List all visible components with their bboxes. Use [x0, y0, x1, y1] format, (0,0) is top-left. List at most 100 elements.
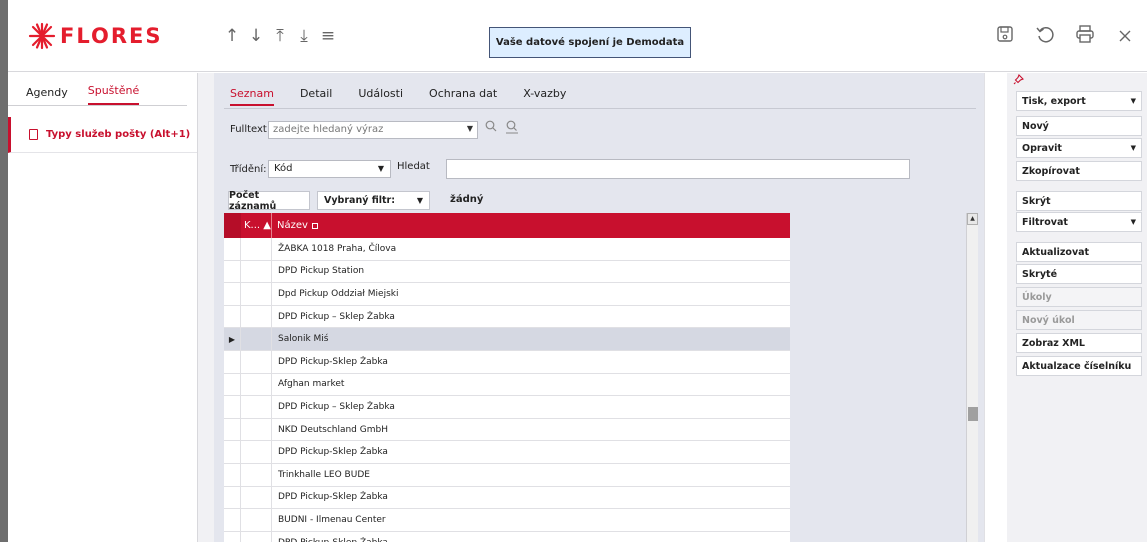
action-button-0[interactable]: Tisk, export ▼ — [1016, 91, 1142, 111]
sort-select[interactable]: Kód ▼ — [268, 160, 391, 178]
row-selector[interactable] — [224, 509, 241, 531]
hledat-input[interactable] — [446, 159, 910, 179]
cell-kod — [241, 238, 272, 260]
action-button-5[interactable]: Filtrovat ▼ — [1016, 212, 1142, 232]
save-icon[interactable] — [993, 25, 1017, 48]
cell-nazev: Salonik Miś — [278, 334, 329, 345]
action-button-2[interactable]: Opravit ▼ — [1016, 138, 1142, 158]
cell-kod — [241, 373, 272, 396]
row-selector[interactable] — [224, 283, 241, 305]
chevron-down-icon[interactable]: ▼ — [378, 164, 384, 173]
cell-kod — [241, 486, 272, 509]
record-count-button[interactable]: Počet záznamů — [228, 190, 310, 212]
advanced-search-icon[interactable] — [505, 120, 519, 138]
filter-select[interactable]: Vybraný filtr: ▼ — [317, 191, 430, 210]
scrollbar-thumb[interactable] — [968, 407, 978, 421]
chevron-down-icon[interactable]: ▼ — [1131, 144, 1136, 152]
tab-agendy[interactable]: Agendy — [26, 86, 68, 105]
row-selector[interactable] — [224, 260, 241, 283]
cell-kod — [241, 350, 272, 373]
close-icon[interactable] — [1113, 26, 1137, 48]
chevron-down-icon[interactable]: ▼ — [1131, 97, 1136, 105]
action-button-label: Nový úkol — [1022, 314, 1075, 326]
row-selector[interactable] — [224, 305, 241, 328]
arrow-first-icon[interactable]: ⤒ — [268, 26, 292, 46]
cell-nazev: Trinkhalle LEO BUDE — [278, 469, 370, 480]
pin-icon[interactable] — [1013, 74, 1024, 88]
table-row[interactable]: DPD Pickup Station — [224, 260, 790, 284]
cell-kod — [241, 328, 272, 350]
chevron-down-icon[interactable]: ▼ — [1131, 218, 1136, 226]
table-row[interactable]: Dpd Pickup Oddział Miejski — [224, 283, 790, 306]
tab-spustene[interactable]: Spuštěné — [87, 84, 140, 105]
row-selector[interactable] — [224, 486, 241, 509]
row-selector[interactable] — [224, 418, 241, 441]
table-row[interactable]: Trinkhalle LEO BUDE — [224, 463, 790, 487]
row-selector[interactable] — [224, 441, 241, 463]
arrow-down-icon[interactable]: ↓ — [244, 26, 268, 46]
agenda-tabs: Agendy Spuštěné — [8, 73, 187, 106]
column-header-nazev[interactable]: Název — [272, 220, 318, 231]
table-row[interactable]: DPD Pickup – Sklep Żabka — [224, 305, 790, 329]
tab-seznam[interactable]: Seznam — [230, 87, 274, 106]
action-button-11[interactable]: Aktualzace číselníku — [1016, 356, 1142, 376]
row-selector[interactable]: ▶ — [224, 328, 241, 350]
arrow-up-icon[interactable]: ↑ — [220, 26, 244, 46]
row-selector[interactable] — [224, 238, 241, 260]
scroll-up-button[interactable]: ▲ — [967, 213, 978, 225]
action-button-label: Skrýt — [1022, 195, 1051, 207]
print-icon[interactable] — [1073, 24, 1097, 49]
tab-ochrana-dat[interactable]: Ochrana dat — [429, 87, 497, 106]
tab-udalosti[interactable]: Události — [358, 87, 403, 106]
tab-detail[interactable]: Detail — [300, 87, 332, 106]
chevron-down-icon[interactable]: ▼ — [417, 196, 423, 205]
agenda-item-typy-sluzeb[interactable]: Typy služeb pošty (Alt+1) — [8, 117, 197, 153]
action-button-8[interactable]: Úkoly — [1016, 287, 1142, 307]
row-selector[interactable] — [224, 373, 241, 396]
row-selector[interactable] — [224, 396, 241, 418]
search-icon[interactable] — [485, 120, 497, 138]
column-header-kod[interactable]: K... ▲ — [241, 213, 272, 238]
table-row[interactable]: ▶ Salonik Miś — [224, 328, 790, 351]
row-selector[interactable] — [224, 350, 241, 373]
cell-nazev: DPD Pickup-Sklep Żabka — [272, 538, 388, 542]
row-selector[interactable] — [224, 463, 241, 486]
undo-icon[interactable] — [1033, 24, 1057, 49]
grid-body: ŽABKA 1018 Praha, Čílova DPD Pickup Stati… — [224, 238, 790, 542]
cell-nazev: BUDNI - Ilmenau Center — [278, 514, 386, 525]
window-left-edge — [0, 0, 8, 542]
action-button-3[interactable]: Zkopírovat — [1016, 161, 1142, 181]
action-button-9[interactable]: Nový úkol — [1016, 310, 1142, 330]
cell-kod — [241, 260, 272, 283]
table-row[interactable]: DPD Pickup-Sklep Żabka — [224, 531, 790, 542]
row-selector[interactable] — [224, 531, 241, 542]
table-row[interactable]: DPD Pickup – Sklep Żabka — [224, 396, 790, 419]
action-button-6[interactable]: Aktualizovat — [1016, 242, 1142, 262]
action-button-1[interactable]: Nový — [1016, 116, 1142, 136]
table-row[interactable]: BUDNI - Ilmenau Center — [224, 509, 790, 532]
table-row[interactable]: NKD Deutschland GmbH — [224, 418, 790, 442]
agenda-item-label: Typy služeb pošty (Alt+1) — [46, 129, 191, 140]
table-row[interactable]: ŽABKA 1018 Praha, Čílova — [224, 238, 790, 261]
vertical-scrollbar[interactable]: ▲ — [966, 213, 978, 542]
filter-label: Vybraný filtr: — [324, 195, 396, 206]
action-button-4[interactable]: Skrýt — [1016, 191, 1142, 211]
menu-icon[interactable]: ≡ — [316, 26, 340, 46]
action-button-label: Zkopírovat — [1022, 165, 1080, 177]
table-row[interactable]: DPD Pickup-Sklep Żabka — [224, 486, 790, 510]
arrow-last-icon[interactable]: ⤓ — [292, 26, 316, 46]
chevron-down-icon[interactable]: ▼ — [467, 124, 473, 133]
cell-kod — [241, 509, 272, 531]
fulltext-input[interactable]: zadejte hledaný výraz ▼ — [268, 121, 478, 139]
table-row[interactable]: DPD Pickup-Sklep Żabka — [224, 350, 790, 374]
tab-x-vazby[interactable]: X-vazby — [523, 87, 566, 106]
action-button-7[interactable]: Skryté — [1016, 264, 1142, 284]
action-button-10[interactable]: Zobraz XML — [1016, 333, 1142, 353]
cell-nazev: DPD Pickup Station — [278, 266, 365, 277]
cell-nazev: DPD Pickup-Sklep Żabka — [278, 356, 388, 367]
action-button-label: Skryté — [1022, 268, 1058, 280]
filter-value: žádný — [450, 194, 484, 205]
table-row[interactable]: Afghan market — [224, 373, 790, 397]
cell-kod — [241, 441, 272, 463]
table-row[interactable]: DPD Pickup-Sklep Żabka — [224, 441, 790, 464]
